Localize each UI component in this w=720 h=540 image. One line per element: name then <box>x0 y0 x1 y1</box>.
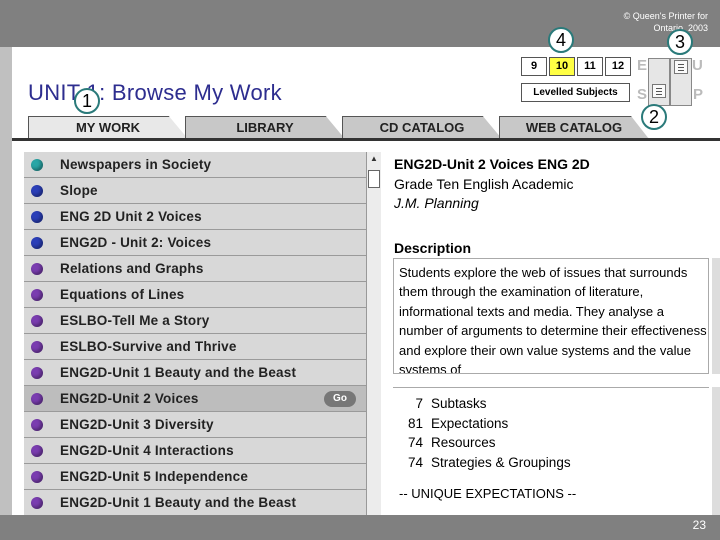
grade-11-button[interactable]: 11 <box>577 57 603 76</box>
list-item-label: Relations and Graphs <box>60 261 204 276</box>
description-box[interactable]: Students explore the web of issues that … <box>393 258 709 374</box>
list-item[interactable]: ENG2D-Unit 1 Beauty and the Beast <box>24 360 366 386</box>
left-border <box>0 47 12 517</box>
list-item[interactable]: Relations and Graphs <box>24 256 366 282</box>
callout-2: 2 <box>641 104 667 130</box>
list-item[interactable]: ENG2D-Unit 4 Interactions <box>24 438 366 464</box>
list-item[interactable]: Newspapers in Society <box>24 152 366 178</box>
copyright-notice: © Queen's Printer for Ontario, 2003 <box>623 11 708 33</box>
bullet-icon <box>31 392 43 405</box>
list-item[interactable]: ESLBO-Survive and Thrive <box>24 334 366 360</box>
ghost-letter-u: U <box>692 57 703 74</box>
levelled-subjects-button[interactable]: Levelled Subjects <box>521 83 630 102</box>
description-text: Students explore the web of issues that … <box>399 265 707 374</box>
list-item[interactable]: ENG2D - Unit 2: Voices <box>24 230 366 256</box>
summary-box[interactable]: 7 Subtasks 81 Expectations 74 Resources 74 S… <box>393 387 709 515</box>
bullet-icon <box>31 158 43 171</box>
tab-my-work[interactable]: MY WORK <box>28 116 188 139</box>
grade-12-button[interactable]: 12 <box>605 57 631 76</box>
list-item-label: ENG 2D Unit 2 Voices <box>60 209 202 224</box>
list-item-label: ENG2D - Unit 2: Voices <box>60 235 212 250</box>
scroll-up-icon[interactable]: ▲ <box>367 152 381 166</box>
bullet-icon <box>31 470 43 483</box>
summary-scrollbar[interactable] <box>712 387 720 515</box>
bullet-icon <box>31 444 43 457</box>
list-item[interactable]: ESLBO-Tell Me a Story <box>24 308 366 334</box>
tab-library[interactable]: LIBRARY <box>185 116 345 139</box>
list-item-label: ENG2D-Unit 1 Beauty and the Beast <box>60 365 297 380</box>
bullet-icon <box>31 288 43 301</box>
bullet-icon <box>31 210 43 223</box>
description-scrollbar[interactable] <box>712 258 720 374</box>
detail-header: ENG2D-Unit 2 Voices ENG 2D Grade Ten Eng… <box>394 155 590 214</box>
list-item-label: Slope <box>60 183 98 198</box>
list-item-label: Equations of Lines <box>60 287 185 302</box>
list-item[interactable]: Slope <box>24 178 366 204</box>
count-row: 74 Resources <box>407 435 496 450</box>
callout-4: 4 <box>548 27 574 53</box>
list-scrollbar[interactable]: ▲ <box>366 152 381 515</box>
list-item[interactable]: ENG2D-Unit 3 Diversity <box>24 412 366 438</box>
list-item-label: Newspapers in Society <box>60 157 212 172</box>
list-item[interactable]: ENG 2D Unit 2 Voices <box>24 204 366 230</box>
list-item[interactable]: ENG2D-Unit 2 Voices Go <box>24 386 366 412</box>
bullet-icon <box>31 184 43 197</box>
count-row: 81 Expectations <box>407 415 509 431</box>
bullet-icon <box>31 366 43 379</box>
callout-3: 3 <box>667 29 693 55</box>
bullet-icon <box>31 262 43 275</box>
bottom-bar <box>0 515 720 540</box>
count-row: 7 Subtasks <box>415 396 487 411</box>
unit-grade: Grade Ten English Academic <box>394 175 574 192</box>
list-item-label: ENG2D-Unit 2 Voices <box>60 391 199 406</box>
scroll-thumb[interactable] <box>368 170 380 188</box>
tab-cd-catalog[interactable]: CD CATALOG <box>342 116 502 139</box>
grade-10-button[interactable]: 10 <box>549 57 575 76</box>
grade-9-button[interactable]: 9 <box>521 57 547 76</box>
unit-author: J.M. Planning <box>394 195 479 211</box>
bullet-icon <box>31 236 43 249</box>
list-item[interactable]: Equations of Lines <box>24 282 366 308</box>
tabs-divider <box>12 138 720 141</box>
callout-1: 1 <box>74 88 100 114</box>
list-item[interactable]: ENG2D-Unit 1 Beauty and the Beast <box>24 490 366 515</box>
list-item-label: ESLBO-Tell Me a Story <box>60 313 210 328</box>
toggle-slot-left[interactable] <box>648 58 670 106</box>
bullet-icon <box>31 496 43 509</box>
unique-expectations-label: -- UNIQUE EXPECTATIONS -- <box>399 486 577 501</box>
bullet-icon <box>31 418 43 431</box>
list-item-label: ENG2D-Unit 4 Interactions <box>60 443 234 458</box>
bullet-icon <box>31 314 43 327</box>
ghost-letter-s: S <box>637 86 648 103</box>
list-item-label: ESLBO-Survive and Thrive <box>60 339 237 354</box>
page-title: UNIT 1: Browse My Work <box>28 80 282 105</box>
list-icon[interactable] <box>652 84 666 98</box>
tab-web-catalog[interactable]: WEB CATALOG <box>499 116 649 139</box>
ghost-letter-p: P <box>693 86 704 103</box>
unit-title: ENG2D-Unit 2 Voices ENG 2D <box>394 156 590 172</box>
list-icon[interactable] <box>674 60 688 74</box>
ghost-letter-e: E <box>637 57 648 74</box>
list-item-label: ENG2D-Unit 3 Diversity <box>60 417 214 432</box>
bullet-icon <box>31 340 43 353</box>
list-item-label: ENG2D-Unit 5 Independence <box>60 469 249 484</box>
list-item[interactable]: ENG2D-Unit 5 Independence <box>24 464 366 490</box>
slide-number: 23 <box>692 518 706 532</box>
go-button[interactable]: Go <box>324 391 356 407</box>
count-row: 74 Strategies & Groupings <box>407 454 571 470</box>
description-heading: Description <box>394 240 472 256</box>
list-item-label: ENG2D-Unit 1 Beauty and the Beast <box>60 495 297 510</box>
work-list: Newspapers in Society Slope ENG 2D Unit 2 … <box>24 152 366 515</box>
